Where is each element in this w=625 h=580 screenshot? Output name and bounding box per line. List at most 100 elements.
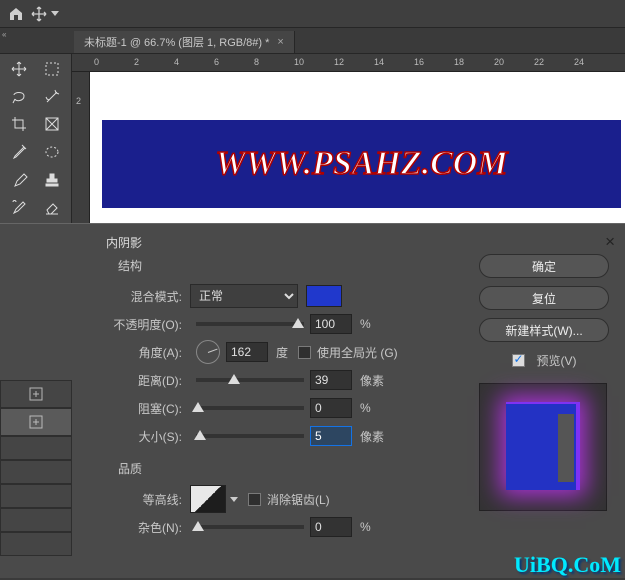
choke-label: 阻塞(C): — [90, 400, 190, 417]
blend-mode-select[interactable]: 正常 — [190, 284, 298, 308]
blend-mode-label: 混合模式: — [90, 288, 190, 305]
close-dialog-button[interactable]: × — [605, 232, 615, 252]
brush-icon — [10, 171, 28, 189]
distance-slider[interactable] — [196, 378, 304, 382]
history-brush-tool[interactable] — [2, 194, 35, 220]
eraser-tool[interactable] — [35, 194, 68, 220]
frame-icon — [43, 115, 61, 133]
move-tool-icon — [10, 60, 28, 78]
ruler-tick: 20 — [494, 57, 504, 67]
effect-panel: 内阴影 结构 混合模式: 正常 不透明度(O): % 角度(A): 度 使用全局… — [80, 234, 472, 541]
opacity-slider[interactable] — [196, 322, 304, 326]
marquee-icon — [43, 60, 61, 78]
document-canvas[interactable]: WWW.PSAHZ.COM — [90, 72, 625, 224]
ruler-tick: 4 — [174, 57, 179, 67]
ruler-tick: 2 — [76, 96, 81, 106]
home-button[interactable] — [2, 3, 30, 25]
ruler-tick: 0 — [94, 57, 99, 67]
ruler-tick: 2 — [134, 57, 139, 67]
preview-checkbox[interactable] — [512, 354, 525, 367]
choke-input[interactable] — [310, 398, 352, 418]
heal-tool[interactable] — [35, 139, 68, 165]
color-swatch[interactable] — [306, 285, 342, 307]
panel-item-6[interactable] — [0, 508, 72, 532]
noise-unit: % — [360, 520, 371, 534]
distance-input[interactable] — [310, 370, 352, 390]
move-arrows-icon — [31, 6, 47, 22]
contour-picker[interactable] — [190, 485, 226, 513]
size-label: 大小(S): — [90, 428, 190, 445]
global-light-label: 使用全局光 (G) — [317, 344, 398, 361]
patch-icon — [43, 143, 61, 161]
document-tab[interactable]: 未标题-1 @ 66.7% (图层 1, RGB/8#) * × — [74, 31, 295, 53]
preview-inner — [558, 414, 574, 482]
row-noise: 杂色(N): % — [90, 513, 472, 541]
choke-slider[interactable] — [196, 406, 304, 410]
new-style-button[interactable]: 新建样式(W)... — [479, 318, 609, 342]
preview-toggle[interactable]: 预览(V) — [479, 352, 609, 369]
row-contour: 等高线: 消除锯齿(L) — [90, 485, 472, 513]
ok-button[interactable]: 确定 — [479, 254, 609, 278]
dialog-buttons: 确定 复位 新建样式(W)... 预览(V) — [479, 254, 609, 511]
eraser-icon — [43, 198, 61, 216]
close-tab-icon[interactable]: × — [277, 36, 283, 48]
angle-input[interactable] — [226, 342, 268, 362]
lasso-icon — [10, 88, 28, 106]
marquee-tool[interactable] — [35, 56, 68, 82]
chevron-down-icon — [51, 11, 59, 16]
canvas-text: WWW.PSAHZ.COM — [215, 145, 507, 183]
row-angle: 角度(A): 度 使用全局光 (G) — [90, 338, 472, 366]
size-input[interactable] — [310, 426, 352, 446]
contour-dropdown-icon[interactable] — [230, 497, 238, 502]
distance-unit: 像素 — [360, 372, 384, 389]
ruler-tick: 18 — [454, 57, 464, 67]
noise-label: 杂色(N): — [90, 519, 190, 536]
panel-item-3[interactable] — [0, 436, 72, 460]
size-slider[interactable] — [196, 434, 304, 438]
move-dropdown[interactable] — [30, 3, 70, 25]
angle-unit: 度 — [276, 344, 288, 361]
crop-tool[interactable] — [2, 111, 35, 137]
stamp-tool[interactable] — [35, 167, 68, 193]
quick-select-tool[interactable] — [35, 84, 68, 110]
ruler-tick: 6 — [214, 57, 219, 67]
frame-tool[interactable] — [35, 111, 68, 137]
move-tool[interactable] — [2, 56, 35, 82]
panel-item-4[interactable] — [0, 460, 72, 484]
ruler-vertical: 2 — [72, 72, 90, 224]
row-size: 大小(S): 像素 — [90, 422, 472, 450]
crop-icon — [10, 115, 28, 133]
angle-dial[interactable] — [196, 340, 220, 364]
ruler-horizontal: 0 2 4 6 8 10 12 14 16 18 20 22 24 — [72, 54, 625, 72]
row-blend-mode: 混合模式: 正常 — [90, 282, 472, 310]
size-unit: 像素 — [360, 428, 384, 445]
panel-add-2[interactable] — [0, 408, 72, 436]
panel-item-7[interactable] — [0, 532, 72, 556]
panel-add-1[interactable] — [0, 380, 72, 408]
stamp-icon — [43, 171, 61, 189]
opacity-label: 不透明度(O): — [90, 316, 190, 333]
group-quality: 品质 — [118, 460, 472, 477]
panel-collapse-icon[interactable]: « — [2, 30, 6, 39]
ruler-tick: 22 — [534, 57, 544, 67]
antialias-label: 消除锯齿(L) — [267, 491, 330, 508]
eyedropper-tool[interactable] — [2, 139, 35, 165]
global-light-checkbox[interactable] — [298, 346, 311, 359]
ruler-tick: 14 — [374, 57, 384, 67]
reset-button[interactable]: 复位 — [479, 286, 609, 310]
ruler-tick: 12 — [334, 57, 344, 67]
noise-slider[interactable] — [196, 525, 304, 529]
ruler-tick: 16 — [414, 57, 424, 67]
row-distance: 距离(D): 像素 — [90, 366, 472, 394]
blue-rectangle: WWW.PSAHZ.COM — [102, 120, 621, 208]
brush-tool[interactable] — [2, 167, 35, 193]
opacity-input[interactable] — [310, 314, 352, 334]
preview-label: 预览(V) — [537, 352, 577, 369]
wand-icon — [43, 88, 61, 106]
noise-input[interactable] — [310, 517, 352, 537]
panel-item-5[interactable] — [0, 484, 72, 508]
lasso-tool[interactable] — [2, 84, 35, 110]
historybrush-icon — [10, 198, 28, 216]
distance-label: 距离(D): — [90, 372, 190, 389]
antialias-checkbox[interactable] — [248, 493, 261, 506]
